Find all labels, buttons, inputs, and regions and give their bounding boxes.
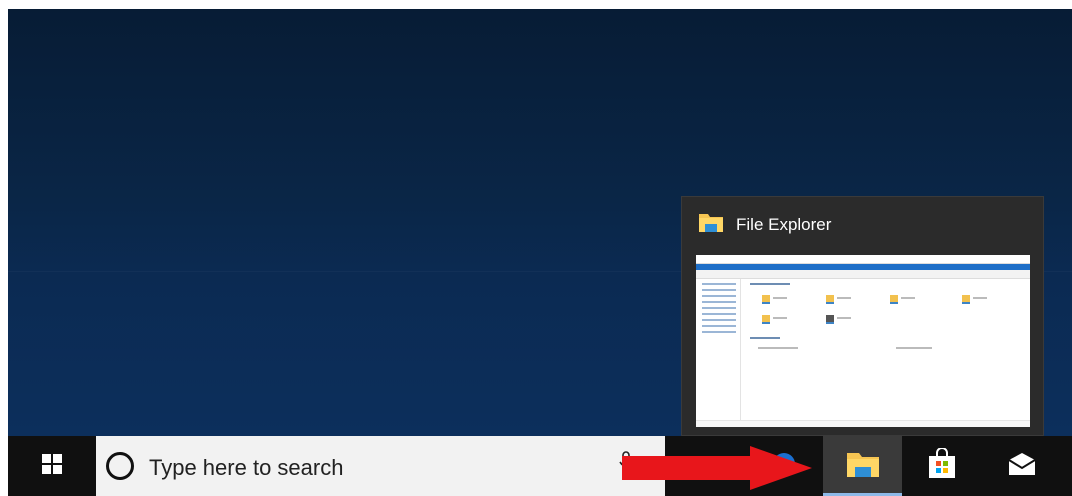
taskbar-thumbnail-preview[interactable]: File Explorer xyxy=(681,196,1044,436)
start-button[interactable] xyxy=(8,436,96,496)
store-icon xyxy=(927,446,957,485)
file-explorer-icon xyxy=(698,211,724,238)
file-explorer-button[interactable] xyxy=(823,436,902,496)
windows-logo-icon xyxy=(42,453,62,479)
file-explorer-icon xyxy=(846,450,880,483)
window-preview-image[interactable] xyxy=(696,255,1030,427)
red-arrow-icon xyxy=(622,446,812,495)
store-button[interactable] xyxy=(912,436,972,496)
mail-icon xyxy=(1007,451,1037,482)
thumbnail-header: File Explorer xyxy=(698,211,831,238)
mail-button[interactable] xyxy=(992,436,1052,496)
cortana-icon[interactable] xyxy=(106,452,134,480)
search-box[interactable]: Type here to search xyxy=(96,436,665,496)
taskbar: Type here to search xyxy=(8,436,1072,496)
thumbnail-title: File Explorer xyxy=(736,214,832,234)
search-placeholder[interactable]: Type here to search xyxy=(149,455,343,481)
